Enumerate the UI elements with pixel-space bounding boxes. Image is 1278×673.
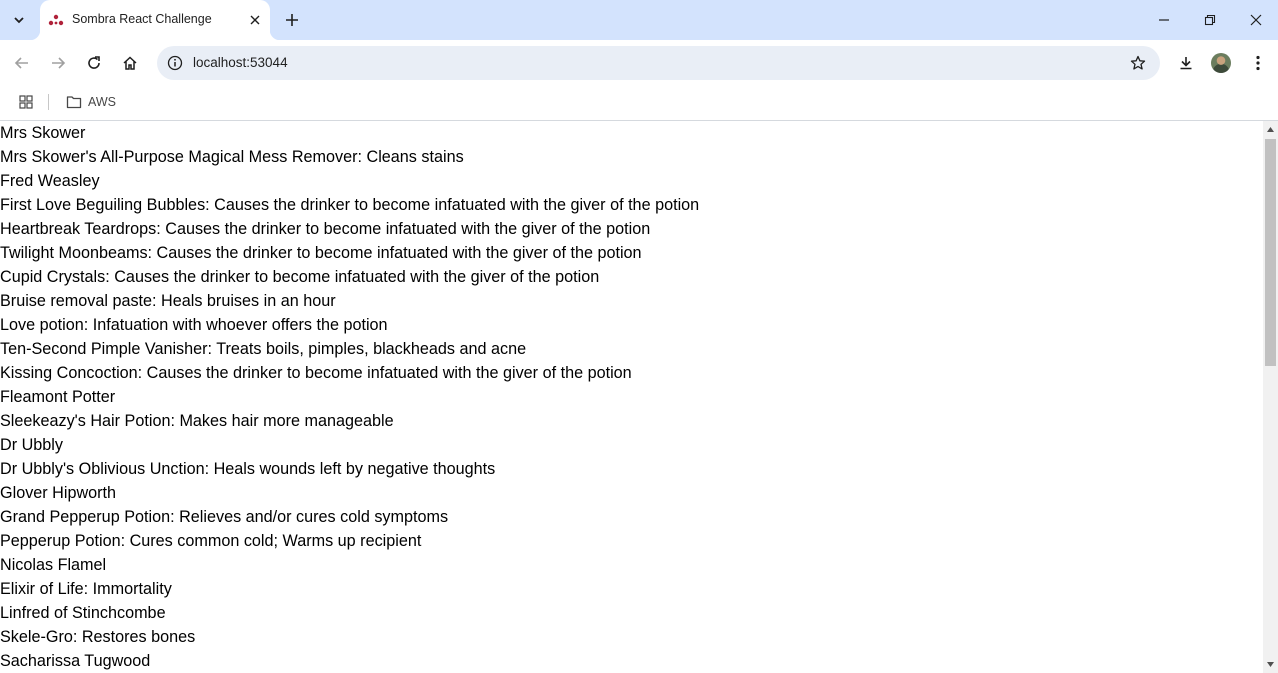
address-bar[interactable]: localhost:53044 xyxy=(157,46,1160,80)
profile-avatar[interactable] xyxy=(1211,53,1231,73)
arrow-right-icon xyxy=(52,57,66,69)
home-icon xyxy=(123,56,137,70)
url-text: localhost:53044 xyxy=(193,55,288,70)
plus-icon xyxy=(286,14,298,26)
wizard-name: Nicolas Flamel xyxy=(0,556,107,574)
potion-item: Sleekeazy's Hair Potion: Makes hair more… xyxy=(0,412,394,430)
info-icon xyxy=(167,55,183,71)
browser-menu-button[interactable] xyxy=(1244,49,1272,77)
potion-item: Twilight Moonbeams: Causes the drinker t… xyxy=(0,244,642,262)
back-button[interactable] xyxy=(8,49,36,77)
wizard-name: Linfred of Stinchcombe xyxy=(0,604,166,622)
potion-item: Elixir of Life: Immortality xyxy=(0,580,172,598)
potion-item: Skele-Gro: Restores bones xyxy=(0,628,196,646)
wizard-name: Fred Weasley xyxy=(0,172,100,190)
potion-item: Dr Ubbly's Oblivious Unction: Heals woun… xyxy=(0,460,496,478)
minimize-button[interactable] xyxy=(1141,0,1187,40)
potion-item: First Love Beguiling Bubbles: Causes the… xyxy=(0,196,700,214)
potion-item: Grand Pepperup Potion: Relieves and/or c… xyxy=(0,508,449,526)
potion-item: Love potion: Infatuation with whoever of… xyxy=(0,316,388,334)
bookmarks-separator xyxy=(48,94,49,110)
reload-icon xyxy=(88,56,100,69)
scroll-down-button[interactable] xyxy=(1263,656,1278,673)
triangle-down-icon xyxy=(1267,662,1274,667)
bookmark-folder-label: AWS xyxy=(88,95,117,109)
wizard-name: Dr Ubbly xyxy=(0,436,63,454)
page-scrollbar[interactable] xyxy=(1263,121,1278,673)
restore-icon xyxy=(1204,14,1216,26)
bookmark-folder-aws[interactable]: AWS xyxy=(62,90,120,114)
star-icon xyxy=(1130,55,1146,70)
tab-search-button[interactable] xyxy=(6,7,32,33)
tab-strip: Sombra React Challenge xyxy=(0,0,1278,40)
minimize-icon xyxy=(1159,19,1169,21)
window-close-button[interactable] xyxy=(1233,0,1278,40)
downloads-button[interactable] xyxy=(1172,49,1200,77)
wizard-name: Fleamont Potter xyxy=(0,388,116,406)
arrow-left-icon xyxy=(14,57,28,69)
wizard-name: Glover Hipworth xyxy=(0,484,117,502)
site-info-button[interactable] xyxy=(165,53,185,73)
potion-item: Heartbreak Teardrops: Causes the drinker… xyxy=(0,220,651,238)
chevron-down-icon xyxy=(14,17,24,24)
close-icon xyxy=(250,15,260,25)
wizard-name: Sacharissa Tugwood xyxy=(0,652,151,670)
home-button[interactable] xyxy=(116,49,144,77)
triangle-up-icon xyxy=(1267,127,1274,132)
scrollbar-thumb[interactable] xyxy=(1265,139,1276,366)
folder-icon xyxy=(66,96,82,109)
download-icon xyxy=(1180,57,1192,70)
browser-tab[interactable]: Sombra React Challenge xyxy=(30,0,280,40)
restore-button[interactable] xyxy=(1187,0,1233,40)
reload-button[interactable] xyxy=(80,49,108,77)
new-tab-button[interactable] xyxy=(280,8,304,32)
apps-button[interactable] xyxy=(16,92,36,112)
tab-title: Sombra React Challenge xyxy=(72,12,212,26)
close-icon xyxy=(1250,14,1262,26)
potion-item: Cupid Crystals: Causes the drinker to be… xyxy=(0,268,600,286)
potion-item: Bruise removal paste: Heals bruises in a… xyxy=(0,292,336,310)
tab-close-button[interactable] xyxy=(246,11,264,29)
potion-item: Pepperup Potion: Cures common cold; Warm… xyxy=(0,532,422,550)
potion-item: Ten-Second Pimple Vanisher: Treats boils… xyxy=(0,340,527,358)
react-dots-icon xyxy=(48,14,64,26)
potion-item: Mrs Skower's All-Purpose Magical Mess Re… xyxy=(0,148,464,166)
bookmark-star-button[interactable] xyxy=(1128,53,1148,73)
bookmarks-bar: AWS xyxy=(0,86,1278,121)
apps-grid-icon xyxy=(19,95,33,109)
forward-button[interactable] xyxy=(44,49,72,77)
wizard-name: Mrs Skower xyxy=(0,124,86,142)
page-content: Mrs Skower Mrs Skower's All-Purpose Magi… xyxy=(0,121,1263,673)
kebab-menu-icon xyxy=(1256,55,1260,71)
scroll-up-button[interactable] xyxy=(1263,121,1278,138)
browser-toolbar: localhost:53044 xyxy=(0,40,1278,86)
potion-item: Kissing Concoction: Causes the drinker t… xyxy=(0,364,632,382)
